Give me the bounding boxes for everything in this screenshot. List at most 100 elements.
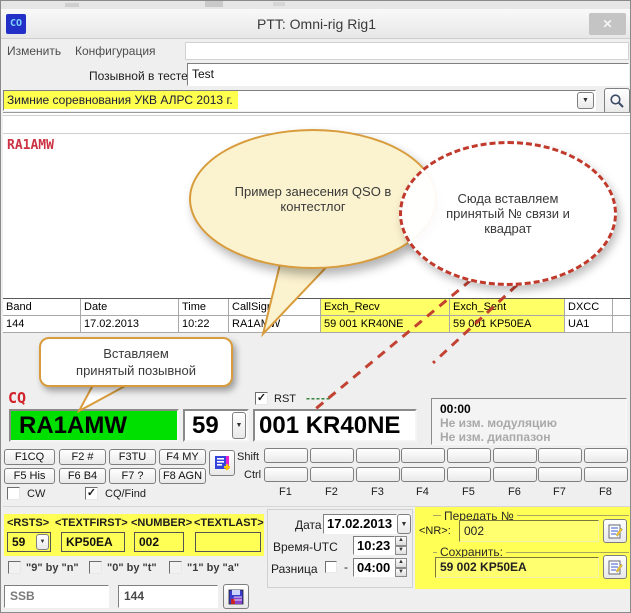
callout-bubble-qso-example: Пример занесения QSO в контестлог — [189, 129, 437, 269]
fkey-button-f6b4[interactable]: F6 B4 — [59, 468, 106, 484]
log-table-row[interactable]: 144 17.02.2013 10:22 RA1AMW 59 001 KR40N… — [3, 316, 630, 333]
column-header-exch-recv[interactable]: Exch_Recv — [321, 299, 450, 315]
time-diff-field[interactable]: 04:00 — [353, 558, 395, 577]
fkey-button-f4my[interactable]: F4 MY — [159, 449, 206, 465]
cell-time: 10:22 — [179, 316, 229, 332]
callout-bubble-callsign-hint-line2: принятый позывной — [76, 362, 196, 379]
rst-dropdown-arrow-icon[interactable]: ▼ — [232, 412, 246, 439]
contest-dropdown-arrow-icon[interactable]: ▼ — [577, 92, 594, 109]
utc-time-spinner[interactable]: ▲ ▼ — [395, 536, 407, 555]
rsts-dropdown-arrow-icon[interactable]: ▼ — [36, 534, 49, 550]
date-combobox[interactable]: 17.02.2013 — [323, 514, 397, 534]
column-header-date[interactable]: Date — [81, 299, 179, 315]
ctrl-fkey-button[interactable] — [264, 467, 308, 482]
date-dropdown-arrow-icon[interactable]: ▼ — [397, 514, 411, 534]
exchange-input[interactable]: 001 KR40NE — [253, 409, 417, 442]
number-value: 002 — [135, 535, 159, 549]
ctrl-fkey-button[interactable] — [401, 467, 445, 482]
exchange-value: 001 KR40NE — [255, 411, 415, 440]
send-nr-button[interactable] — [603, 519, 627, 543]
fkey-label-f6: F6 — [508, 486, 521, 498]
search-button[interactable] — [604, 88, 630, 114]
ctrl-fkey-button[interactable] — [447, 467, 491, 482]
log-watermark-callsign: RA1AMW — [7, 138, 54, 153]
shift-fkey-button[interactable] — [538, 448, 582, 463]
utc-time-field[interactable]: 10:23 — [353, 536, 395, 555]
textlast-field[interactable] — [195, 532, 261, 552]
rst-checkbox-label: RST — [274, 393, 296, 405]
number-field[interactable]: 002 — [134, 532, 184, 552]
title-bar: CO PTT: Omni-rig Rig1 ✕ — [1, 9, 631, 39]
add-macro-button[interactable] — [209, 450, 235, 476]
save-exchange-button[interactable] — [603, 555, 627, 579]
spinner-up-icon[interactable]: ▲ — [395, 558, 407, 568]
fkey-label-f1: F1 — [279, 486, 292, 498]
fkey-button-f1cq[interactable]: F1CQ — [4, 449, 55, 465]
spinner-down-icon[interactable]: ▼ — [395, 568, 407, 578]
zero-by-t-checkbox[interactable] — [89, 561, 102, 574]
spinner-up-icon[interactable]: ▲ — [395, 536, 407, 546]
band-field[interactable]: 144 — [118, 585, 218, 608]
column-header-dxcc[interactable]: DXCC — [565, 299, 613, 315]
time-diff-checkbox[interactable] — [325, 561, 337, 573]
close-button[interactable]: ✕ — [589, 13, 626, 35]
save-field[interactable]: 59 002 KP50EA — [435, 557, 599, 578]
ctrl-fkey-button[interactable] — [310, 467, 354, 482]
time-diff-spinner[interactable]: ▲ ▼ — [395, 558, 407, 577]
menu-item-configuration[interactable]: Конфигурация — [75, 44, 156, 58]
shift-fkey-button[interactable] — [310, 448, 354, 463]
fkey-button-f5his[interactable]: F5 His — [4, 468, 55, 484]
shift-fkey-button[interactable] — [447, 448, 491, 463]
cqfind-checkbox[interactable]: ✓ — [85, 487, 98, 500]
fkey-label-f8: F8 — [599, 486, 612, 498]
nr-field[interactable]: 002 — [459, 520, 599, 542]
callsign-input[interactable]: RA1AMW — [9, 409, 179, 442]
column-header-callsign[interactable]: CallSign — [229, 299, 321, 315]
mode-field[interactable]: SSB — [4, 585, 109, 608]
callsign-value: RA1AMW — [11, 411, 177, 440]
background-mark — [65, 3, 79, 7]
status-band-line: Не изм. диаппазон — [440, 430, 551, 444]
callout-bubble-exchange-hint: Сюда вставляем принятый № связи и квадра… — [399, 141, 617, 286]
test-callsign-input[interactable]: Test — [187, 63, 629, 86]
cw-checkbox[interactable] — [7, 487, 20, 500]
fkey-button-f3tu[interactable]: F3TU — [109, 449, 156, 465]
callout-bubble-exchange-hint-text: Сюда вставляем принятый № связи и квадра… — [433, 191, 583, 236]
time-diff-label: Разница — [271, 562, 318, 576]
test-callsign-label: Позывной в тесте — [89, 69, 188, 83]
nine-by-n-checkbox[interactable] — [8, 561, 21, 574]
textfirst-field[interactable]: KP50EA — [61, 532, 125, 552]
status-mode-line: Не изм. модуляцию — [440, 416, 557, 430]
column-header-time[interactable]: Time — [179, 299, 229, 315]
shift-fkey-button[interactable] — [356, 448, 400, 463]
ctrl-fkey-button[interactable] — [356, 467, 400, 482]
save-value: 59 002 KP50EA — [436, 558, 598, 577]
fkey-button-f7[interactable]: F7 ? — [109, 468, 156, 484]
shift-fkey-button[interactable] — [264, 448, 308, 463]
rsts-combobox[interactable]: 59 ▼ — [7, 532, 51, 552]
rst-checkbox[interactable]: ✓ — [255, 392, 268, 405]
column-header-exch-sent[interactable]: Exch_Sent — [450, 299, 565, 315]
save-log-button[interactable] — [223, 584, 249, 609]
ctrl-fkey-button[interactable] — [538, 467, 582, 482]
rst-combobox[interactable]: 59 ▼ — [183, 409, 249, 442]
fkey-button-f2[interactable]: F2 # — [59, 449, 106, 465]
background-mark — [205, 1, 223, 7]
cell-exch-recv: 59 001 KR40NE — [321, 316, 450, 332]
rst-dashes: ----- — [306, 391, 331, 405]
menu-edit-strip — [185, 42, 629, 60]
fkey-label-f5: F5 — [462, 486, 475, 498]
shift-fkey-button[interactable] — [401, 448, 445, 463]
menu-item-edit[interactable]: Изменить — [7, 44, 61, 58]
column-header-band[interactable]: Band — [3, 299, 81, 315]
shift-fkey-button[interactable] — [493, 448, 537, 463]
contest-combobox[interactable]: Зимние соревнования УКВ АЛРС 2013 г. ▼ — [3, 90, 596, 111]
cell-dxcc: UA1 — [565, 316, 613, 332]
one-by-a-checkbox[interactable] — [169, 561, 182, 574]
fkey-button-f8agn[interactable]: F8 AGN — [159, 468, 206, 484]
fkey-label-f7: F7 — [553, 486, 566, 498]
ctrl-fkey-button[interactable] — [584, 467, 628, 482]
ctrl-fkey-button[interactable] — [493, 467, 537, 482]
spinner-down-icon[interactable]: ▼ — [395, 546, 407, 556]
shift-fkey-button[interactable] — [584, 448, 628, 463]
